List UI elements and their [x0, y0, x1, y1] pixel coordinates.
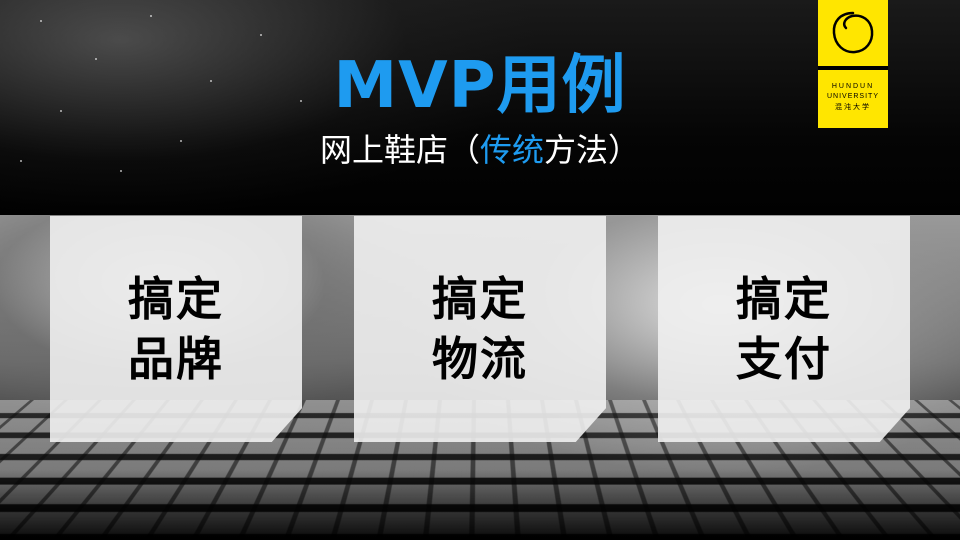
subtitle-highlight: 传统	[480, 131, 544, 169]
card-line: 品牌	[128, 329, 224, 389]
card-payment: 搞定 支付	[658, 216, 910, 442]
slide-subtitle: 网上鞋店（传统方法）	[0, 130, 960, 170]
card-text: 搞定 品牌	[128, 269, 224, 389]
card-text: 搞定 支付	[736, 269, 832, 389]
subtitle-prefix: 网上鞋店（	[320, 131, 480, 169]
logo-text-chinese: 混沌大学	[818, 103, 888, 112]
card-line: 支付	[736, 329, 832, 389]
slide: MVP用例 网上鞋店（传统方法） HUNDUN UNIVERSITY 混沌大学 …	[0, 0, 960, 540]
slide-title: MVP用例	[0, 50, 960, 122]
subtitle-suffix: 方法）	[544, 131, 640, 169]
card-line: 搞定	[128, 269, 224, 329]
card-text: 搞定 物流	[432, 269, 528, 389]
card-line: 物流	[432, 329, 528, 389]
card-line: 搞定	[736, 269, 832, 329]
bottom-fade	[0, 470, 960, 540]
hundun-university-logo: HUNDUN UNIVERSITY 混沌大学	[818, 0, 888, 128]
card-brand: 搞定 品牌	[50, 216, 302, 442]
logo-circle-icon	[828, 8, 878, 58]
card-line: 搞定	[432, 269, 528, 329]
logo-text-hundun: HUNDUN	[818, 82, 888, 91]
card-logistics: 搞定 物流	[354, 216, 606, 442]
logo-text-university: UNIVERSITY	[818, 92, 888, 101]
logo-divider	[818, 66, 888, 70]
